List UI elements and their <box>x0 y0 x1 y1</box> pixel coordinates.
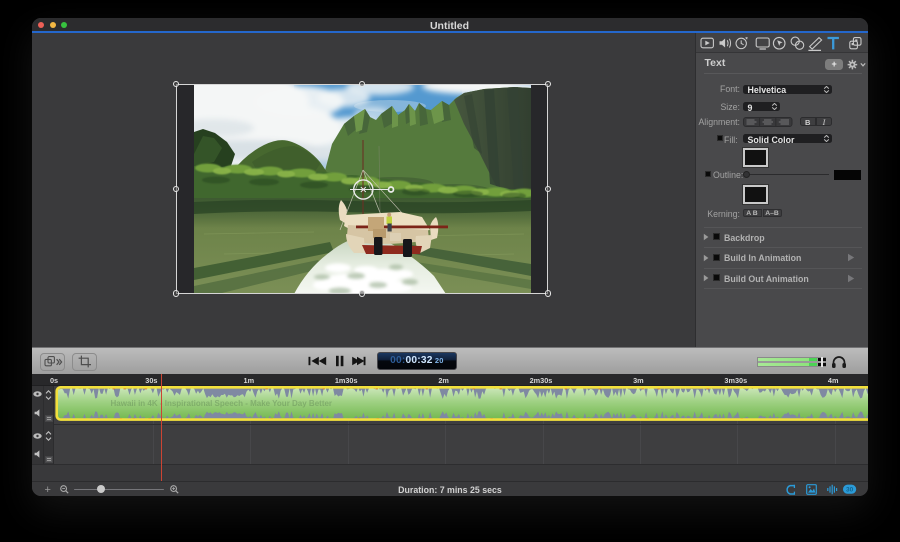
svg-text:Hawaii in 4K - Inspirational S: Hawaii in 4K - Inspirational Speech - Ma… <box>110 399 332 408</box>
svg-text:30: 30 <box>845 487 853 494</box>
